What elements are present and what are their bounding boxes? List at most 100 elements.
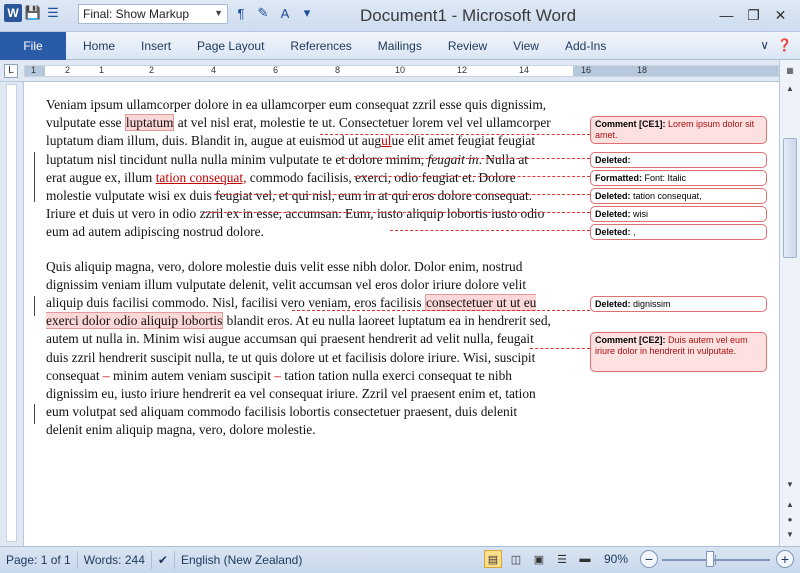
zoom-slider-thumb[interactable] <box>706 551 714 567</box>
inserted-text[interactable]: tation consequat, <box>156 170 247 185</box>
ruler-number: 1 <box>31 65 37 75</box>
document-body[interactable]: Veniam ipsum ullamcorper dolore in ea ul… <box>46 96 551 440</box>
save-icon[interactable]: 💾 <box>24 4 42 22</box>
quick-access-toolbar: W 💾 ☰ <box>4 4 62 22</box>
balloon-text: Font: Italic <box>644 173 687 183</box>
next-page-icon[interactable]: ▼ <box>783 530 797 544</box>
page-count[interactable]: Page: 1 of 1 <box>0 553 77 567</box>
formatted-italic-text[interactable]: feugait in <box>428 152 479 167</box>
tab-list: Home Insert Page Layout References Maili… <box>70 32 619 60</box>
ruler-number: 12 <box>457 65 468 75</box>
ruler-track[interactable]: 1 2 1 2 4 6 8 10 12 14 16 18 <box>24 65 779 77</box>
change-bar <box>34 152 35 202</box>
tab-view[interactable]: View <box>500 39 552 53</box>
inserted-text[interactable]: ul <box>381 133 391 148</box>
window-controls: — ❐ ✕ <box>713 4 794 26</box>
ruler-number: 18 <box>637 65 648 75</box>
paragraph-1: Veniam ipsum ullamcorper dolore in ea ul… <box>46 96 551 242</box>
vertical-scrollbar[interactable]: ▦ ▲ ▼ ▲ ● ▼ <box>779 60 800 546</box>
ruler-number: 8 <box>335 65 341 75</box>
balloon-leader-line <box>214 194 590 195</box>
balloon-label: Deleted: <box>595 155 631 165</box>
close-icon[interactable]: ✕ <box>767 4 794 26</box>
balloon-leader-line <box>340 158 590 159</box>
tab-mailings[interactable]: Mailings <box>365 39 435 53</box>
balloon-leader-line <box>530 348 590 349</box>
balloon-text: dignissim <box>633 299 671 309</box>
deleted-balloon[interactable]: Deleted: dignissim <box>590 296 767 312</box>
window-title: Document1 - Microsoft Word <box>360 6 577 25</box>
change-bar <box>34 296 35 316</box>
print-layout-icon[interactable]: ▤ <box>484 550 502 568</box>
full-screen-reading-icon[interactable]: ◫ <box>507 550 525 568</box>
vertical-ruler-track[interactable] <box>6 84 17 542</box>
text-run: minim autem veniam suscipit <box>109 367 275 383</box>
tab-review[interactable]: Review <box>435 39 500 53</box>
draft-icon[interactable]: ▬ <box>576 550 594 568</box>
minimize-icon[interactable]: — <box>713 4 740 26</box>
proofing-icon[interactable]: ✔ <box>152 553 174 567</box>
inserted-dash[interactable]: – <box>103 368 110 383</box>
restore-icon[interactable]: ❐ <box>740 4 767 26</box>
scroll-down-icon[interactable]: ▼ <box>783 480 797 494</box>
ruler-toggle-icon[interactable]: ▦ <box>783 66 797 80</box>
comment-balloon-ce2[interactable]: Comment [CE2]: Duis autem vel eum iriure… <box>590 332 767 372</box>
ruler-number: 14 <box>519 65 530 75</box>
title-bar: W 💾 ☰ Final: Show Markup ▼ ¶ ✎ A ▾ Docum… <box>0 0 800 32</box>
tab-home[interactable]: Home <box>70 39 128 53</box>
balloon-label: Deleted: <box>595 299 631 309</box>
previous-page-icon[interactable]: ▲ <box>783 500 797 514</box>
deleted-balloon[interactable]: Deleted: tation consequat, <box>590 188 767 204</box>
language[interactable]: English (New Zealand) <box>175 553 308 567</box>
ribbon-tabs: File Home Insert Page Layout References … <box>0 32 800 60</box>
paragraph-2: Quis aliquip magna, vero, dolore molesti… <box>46 258 551 440</box>
word-count[interactable]: Words: 244 <box>78 553 151 567</box>
balloon-text: , <box>633 227 636 237</box>
balloon-label: Formatted: <box>595 173 642 183</box>
tab-file[interactable]: File <box>0 32 66 60</box>
balloon-label: Comment [CE1]: <box>595 119 666 129</box>
comment-balloon-ce1[interactable]: Comment [CE1]: Lorem ipsum dolor sit ame… <box>590 116 767 144</box>
balloon-text: tation consequat, <box>633 191 702 201</box>
balloon-leader-line <box>354 176 590 177</box>
scroll-thumb[interactable] <box>783 138 797 258</box>
ruler-right-margin <box>573 66 778 76</box>
zoom-out-icon[interactable]: − <box>640 550 658 568</box>
list-style-icon[interactable]: ☰ <box>44 4 62 22</box>
deleted-balloon[interactable]: Deleted: , <box>590 224 767 240</box>
help-icon[interactable]: ❓ <box>777 38 792 52</box>
scroll-up-icon[interactable]: ▲ <box>783 84 797 98</box>
balloon-label: Deleted: <box>595 209 631 219</box>
pilcrow-icon[interactable]: ¶ <box>232 4 250 22</box>
customize-toolbar-icon[interactable]: ▾ <box>298 4 316 22</box>
web-layout-icon[interactable]: ▣ <box>530 550 548 568</box>
markup-mode-select[interactable]: Final: Show Markup ▼ <box>78 4 228 24</box>
ruler-number: 6 <box>273 65 279 75</box>
highlighter-icon[interactable]: ✎ <box>254 4 272 22</box>
tab-page-layout[interactable]: Page Layout <box>184 39 277 53</box>
font-color-icon[interactable]: A <box>276 4 294 22</box>
tab-insert[interactable]: Insert <box>128 39 184 53</box>
change-bar <box>34 404 35 424</box>
deleted-balloon[interactable]: Deleted: wisi <box>590 206 767 222</box>
ruler-number: 2 <box>149 65 155 75</box>
document-page[interactable]: Veniam ipsum ullamcorper dolore in ea ul… <box>24 82 779 546</box>
ribbon-right-controls: ∨ ❓ <box>760 38 792 52</box>
formatted-balloon[interactable]: Formatted: Font: Italic <box>590 170 767 186</box>
status-bar: Page: 1 of 1 Words: 244 ✔ English (New Z… <box>0 546 800 573</box>
zoom-in-icon[interactable]: + <box>776 550 794 568</box>
tab-references[interactable]: References <box>277 39 364 53</box>
comment-anchor-ce1[interactable]: luptatum <box>124 114 175 132</box>
horizontal-ruler: L 1 2 1 2 4 6 8 10 12 14 16 18 <box>0 60 800 82</box>
zoom-slider-track[interactable] <box>662 559 770 561</box>
balloon-leader-line <box>390 230 590 231</box>
word-logo-icon[interactable]: W <box>4 4 22 22</box>
zoom-level[interactable]: 90% <box>604 552 628 566</box>
outline-icon[interactable]: ☰ <box>553 550 571 568</box>
balloon-label: Deleted: <box>595 227 631 237</box>
expand-ribbon-icon[interactable]: ∨ <box>760 38 769 52</box>
browse-object-icon[interactable]: ● <box>783 515 797 529</box>
tab-selector-icon[interactable]: L <box>4 64 18 78</box>
tab-add-ins[interactable]: Add-Ins <box>552 39 619 53</box>
deleted-balloon[interactable]: Deleted: <box>590 152 767 168</box>
